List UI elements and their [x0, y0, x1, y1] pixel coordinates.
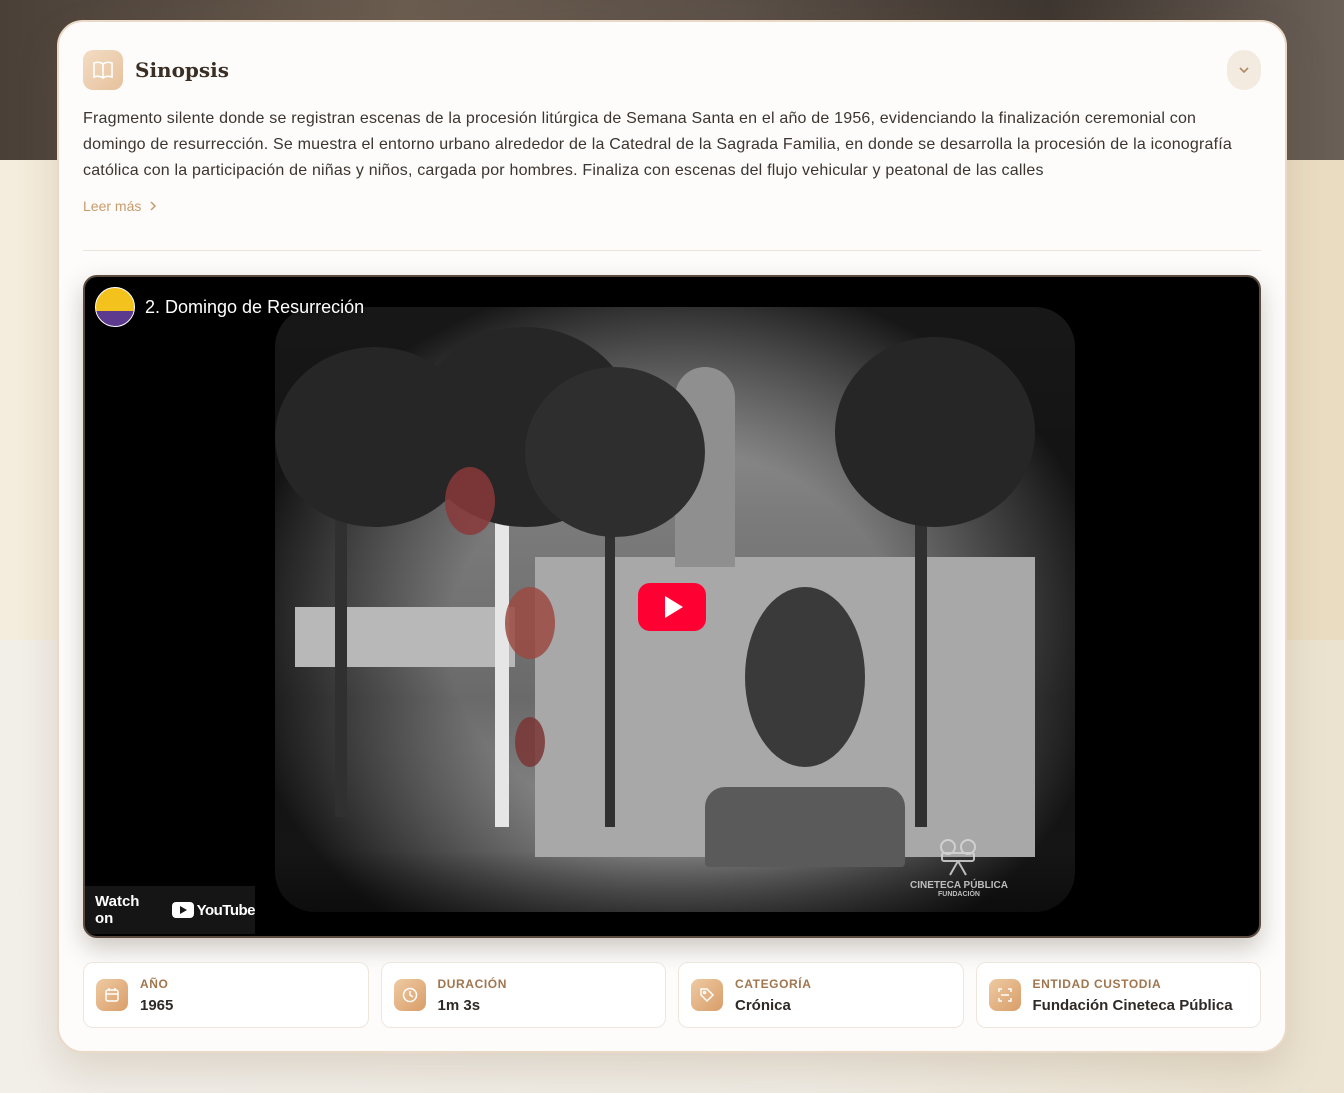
- chevron-right-icon: [150, 201, 157, 211]
- synopsis-card: Sinopsis Fragmento silente donde se regi…: [57, 20, 1287, 1053]
- read-more-label: Leer más: [83, 198, 142, 214]
- youtube-wordmark: YouTube: [196, 901, 256, 919]
- film-camera-icon: [939, 839, 976, 876]
- play-button[interactable]: [638, 583, 706, 631]
- meta-label: AÑO: [140, 976, 169, 991]
- clock-icon: [393, 979, 426, 1011]
- read-more-link[interactable]: Leer más: [83, 198, 157, 214]
- divider: [83, 250, 1261, 251]
- meta-card-category: CATEGORÍA Crónica: [678, 962, 964, 1028]
- meta-label: ENTIDAD CUSTODIA: [1032, 976, 1162, 991]
- card-title: Sinopsis: [135, 58, 230, 82]
- meta-value: 1m 3s: [437, 996, 481, 1014]
- meta-value: Crónica: [735, 996, 791, 1014]
- video-player[interactable]: 2. Domingo de Resurreción CINETECA PÚBLI…: [83, 275, 1261, 938]
- chevron-down-icon: [1239, 67, 1249, 74]
- watch-on-youtube-button[interactable]: Watch on YouTube: [85, 886, 256, 934]
- meta-label: DURACIÓN: [437, 976, 507, 991]
- book-icon: [83, 50, 123, 90]
- channel-avatar[interactable]: [95, 287, 135, 327]
- meta-value: Fundación Cineteca Pública: [1032, 996, 1233, 1014]
- meta-value: 1965: [140, 996, 174, 1014]
- card-header: Sinopsis: [83, 48, 1261, 92]
- watch-on-label: Watch on: [95, 893, 140, 927]
- watermark-text: CINETECA PÚBLICA: [910, 880, 1008, 891]
- meta-card-duration: DURACIÓN 1m 3s: [380, 962, 666, 1028]
- play-icon: [665, 596, 683, 618]
- calendar-icon: [96, 979, 128, 1011]
- watermark: CINETECA PÚBLICA FUNDACIÓN: [910, 837, 1008, 898]
- collapse-button[interactable]: [1227, 50, 1261, 90]
- youtube-logo: YouTube: [171, 901, 256, 919]
- synopsis-text: Fragmento silente donde se registran esc…: [83, 110, 1233, 179]
- meta-card-year: AÑO 1965: [83, 962, 369, 1028]
- tag-icon: [691, 979, 723, 1011]
- meta-card-custodian: ENTIDAD CUSTODIA Fundación Cineteca Públ…: [975, 962, 1261, 1028]
- scan-icon: [988, 979, 1021, 1011]
- youtube-icon: [171, 902, 194, 918]
- metadata-row: AÑO 1965 DURACIÓN 1m 3s CATEGORÍA Crónic…: [83, 962, 1261, 1028]
- meta-label: CATEGORÍA: [735, 976, 812, 991]
- watermark-subtext: FUNDACIÓN: [937, 891, 980, 898]
- video-title[interactable]: 2. Domingo de Resurreción: [145, 297, 364, 318]
